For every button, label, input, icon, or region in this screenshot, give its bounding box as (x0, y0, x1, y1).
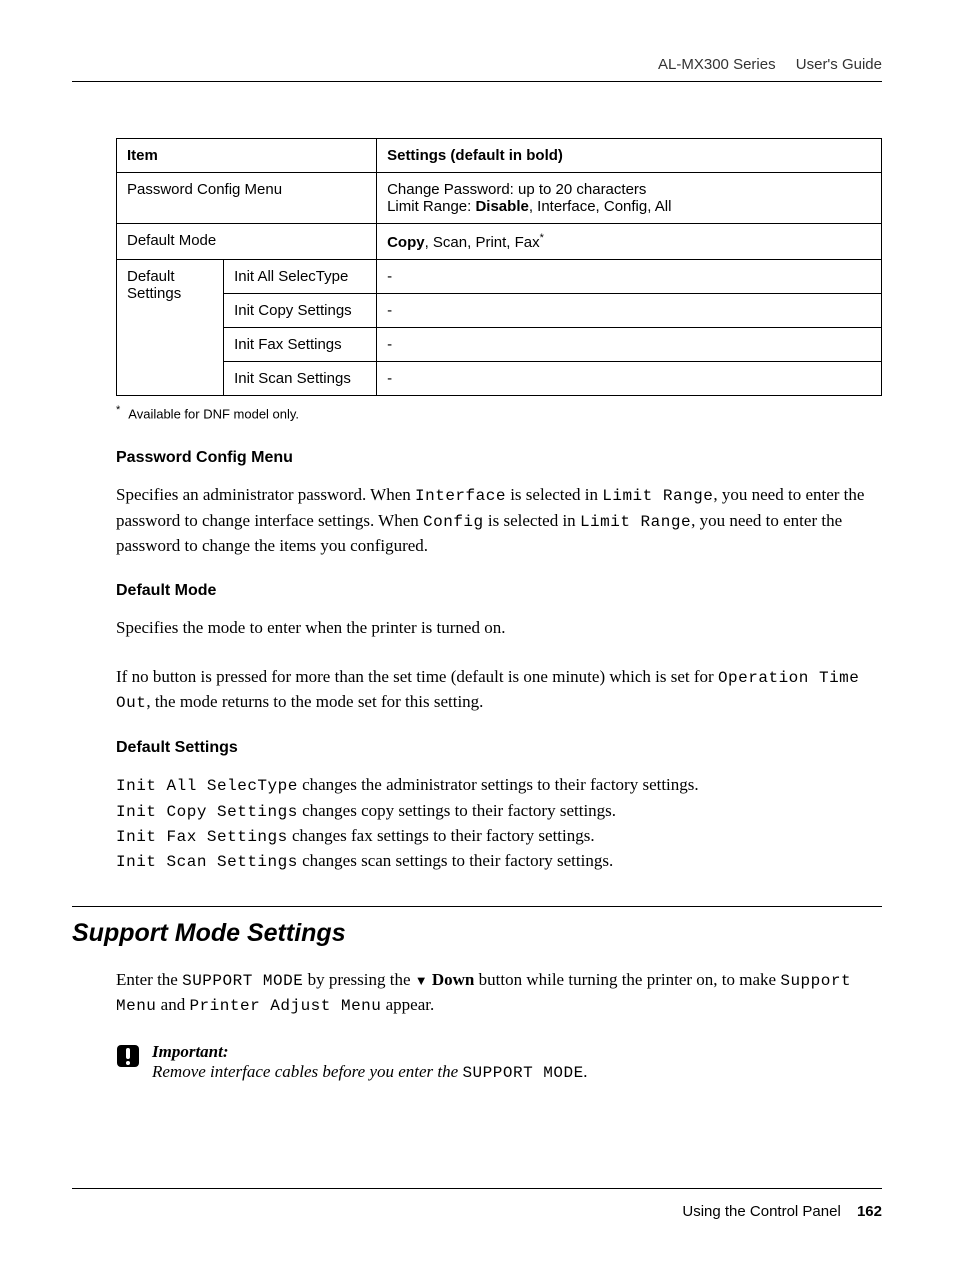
body-paragraph: Specifies the mode to enter when the pri… (116, 616, 882, 641)
cell-item: Default Mode (117, 224, 377, 260)
cell-item: Default Settings (117, 260, 224, 396)
important-note: Important: Remove interface cables befor… (116, 1042, 882, 1082)
table-row: Default Settings Init All SelecType - (117, 260, 882, 294)
settings-table: Item Settings (default in bold) Password… (116, 138, 882, 396)
section-heading-password-config: Password Config Menu (116, 449, 882, 467)
cell-settings: - (377, 294, 882, 328)
important-icon (116, 1044, 140, 1068)
th-settings: Settings (default in bold) (377, 139, 882, 173)
header-series: AL-MX300 Series (658, 56, 776, 73)
cell-settings: - (377, 260, 882, 294)
cell-settings: Change Password: up to 20 characters Lim… (377, 173, 882, 224)
page-header: AL-MX300 Series User's Guide (72, 56, 882, 82)
table-header-row: Item Settings (default in bold) (117, 139, 882, 173)
table-row: Init Fax Settings - (117, 328, 882, 362)
section-heading-default-settings: Default Settings (116, 739, 882, 757)
body-paragraph: Enter the SUPPORT MODE by pressing the ▼… (116, 968, 882, 1018)
page-content: Item Settings (default in bold) Password… (72, 138, 882, 1082)
table-row: Password Config Menu Change Password: up… (117, 173, 882, 224)
table-footnote: *Available for DNF model only. (116, 404, 882, 421)
cell-settings: - (377, 362, 882, 396)
cell-sub: Init Fax Settings (224, 328, 377, 362)
section-heading-support-mode: Support Mode Settings (72, 906, 882, 948)
cell-settings: Copy, Scan, Print, Fax* (377, 224, 882, 260)
body-paragraph: Specifies an administrator password. Whe… (116, 483, 882, 558)
table-row: Init Scan Settings - (117, 362, 882, 396)
body-paragraph: If no button is pressed for more than th… (116, 665, 882, 715)
footer-section: Using the Control Panel (682, 1203, 840, 1220)
section-heading-default-mode: Default Mode (116, 582, 882, 600)
cell-sub: Init Scan Settings (224, 362, 377, 396)
important-message: Remove interface cables before you enter… (152, 1062, 588, 1082)
footer-page-number: 162 (857, 1203, 882, 1220)
down-triangle-icon: ▼ (415, 973, 428, 988)
important-label: Important: (152, 1042, 588, 1062)
document-page: AL-MX300 Series User's Guide Item Settin… (0, 0, 954, 1138)
important-text: Important: Remove interface cables befor… (152, 1042, 588, 1082)
cell-sub: Init All SelecType (224, 260, 377, 294)
table-row: Init Copy Settings - (117, 294, 882, 328)
cell-settings: - (377, 328, 882, 362)
th-item: Item (117, 139, 377, 173)
table-row: Default Mode Copy, Scan, Print, Fax* (117, 224, 882, 260)
cell-item: Password Config Menu (117, 173, 377, 224)
header-guide: User's Guide (796, 56, 882, 73)
body-paragraph: Init All SelecType changes the administr… (116, 773, 882, 874)
page-footer: Using the Control Panel 162 (72, 1188, 882, 1220)
cell-sub: Init Copy Settings (224, 294, 377, 328)
